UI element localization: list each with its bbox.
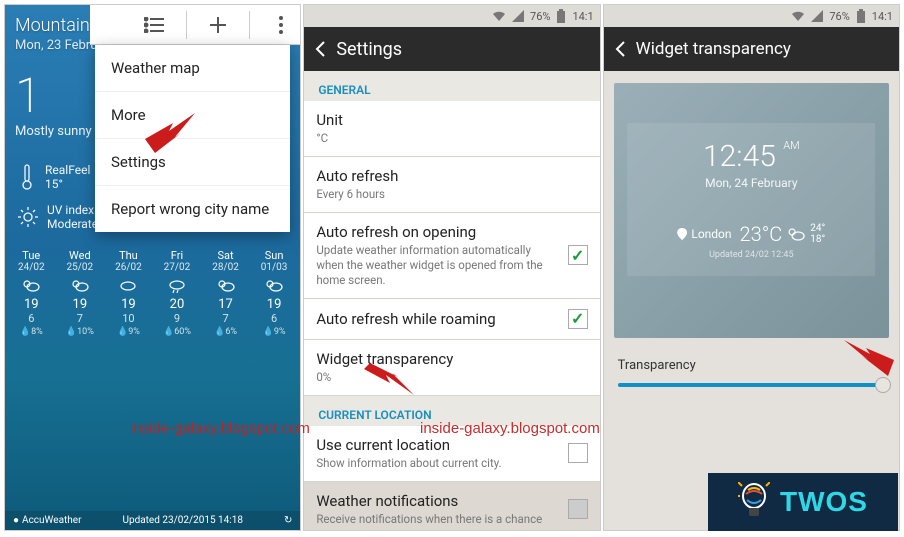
lightbulb-icon xyxy=(738,482,770,522)
refresh-icon[interactable]: ↻ xyxy=(284,515,292,526)
checkbox-icon[interactable] xyxy=(568,443,588,463)
back-icon[interactable] xyxy=(614,40,626,58)
annotation-arrow-icon xyxy=(145,113,195,153)
widget-transparency-header[interactable]: Widget transparency xyxy=(604,27,899,71)
forecast-day: Wed 25/02 19 7 💧10% xyxy=(56,249,105,337)
preview-time: 12:45 AM xyxy=(635,139,867,174)
battery-icon xyxy=(856,9,866,23)
checkbox-icon[interactable] xyxy=(568,245,588,265)
transparency-slider[interactable] xyxy=(618,383,885,387)
forecast-day: Sun 01/03 19 6 💧9% xyxy=(250,249,299,337)
weather-icon xyxy=(786,226,806,242)
settings-header[interactable]: Settings xyxy=(304,27,599,71)
setting-unit[interactable]: Unit°C xyxy=(304,101,599,157)
setting-widget-transparency[interactable]: Widget transparency0% xyxy=(304,340,599,396)
signal-icon xyxy=(811,10,823,22)
forecast-day: Sat 28/02 17 7 💧6% xyxy=(201,249,250,337)
setting-weather-notifications[interactable]: Weather notificationsReceive notificatio… xyxy=(304,482,599,531)
forecast-day: Thu 26/02 19 10 💧9% xyxy=(104,249,153,337)
weather-icon xyxy=(117,277,139,293)
weather-icon xyxy=(20,277,42,293)
setting-use-location[interactable]: Use current locationShow information abo… xyxy=(304,426,599,482)
status-bar: 76% 14:1 xyxy=(304,5,599,27)
wifi-icon xyxy=(492,10,506,22)
weather-footer: ●AccuWeather Updated 23/02/2015 14:18 ↻ xyxy=(5,511,300,530)
overflow-icon[interactable] xyxy=(268,12,294,38)
battery-icon xyxy=(556,9,566,23)
annotation-arrow-icon xyxy=(364,363,414,399)
slider-thumb[interactable] xyxy=(875,377,891,393)
page-title: Widget transparency xyxy=(636,39,791,59)
pin-icon xyxy=(677,228,687,240)
weather-icon xyxy=(166,277,188,293)
twos-label: TWOS xyxy=(780,486,868,518)
list-icon[interactable] xyxy=(142,12,168,38)
section-general: GENERAL xyxy=(304,71,599,101)
thermometer-icon xyxy=(17,163,37,191)
preview-date: Mon, 24 February xyxy=(635,176,867,190)
setting-auto-refresh-roaming[interactable]: Auto refresh while roaming xyxy=(304,299,599,340)
weather-icon xyxy=(215,277,237,293)
action-bar xyxy=(90,5,300,45)
weather-icon xyxy=(263,277,285,293)
section-current-location: CURRENT LOCATION xyxy=(304,396,599,426)
forecast-day: Fri 27/02 20 9 💧60% xyxy=(153,249,202,337)
page-title: Settings xyxy=(336,39,402,60)
status-bar: 76% 14:1 xyxy=(604,5,899,27)
twos-badge: TWOS xyxy=(708,473,898,531)
menu-report-city[interactable]: Report wrong city name xyxy=(95,186,290,232)
signal-icon xyxy=(512,10,524,22)
setting-auto-refresh[interactable]: Auto refreshEvery 6 hours xyxy=(304,157,599,213)
annotation-arrow-icon xyxy=(844,340,894,376)
forecast-day: Tue 24/02 19 6 💧8% xyxy=(7,249,56,337)
wifi-icon xyxy=(791,10,805,22)
weather-icon xyxy=(69,277,91,293)
back-icon[interactable] xyxy=(314,40,326,58)
menu-weather-map[interactable]: Weather map xyxy=(95,45,290,92)
preview-location: London 23°C 24°18° xyxy=(635,222,867,246)
setting-auto-refresh-opening[interactable]: Auto refresh on openingUpdate weather in… xyxy=(304,213,599,299)
widget-preview: 12:45 AM Mon, 24 February London 23°C 24… xyxy=(614,83,889,338)
preview-updated: Updated 24/02 12:45 xyxy=(635,250,867,260)
checkbox-icon[interactable] xyxy=(568,309,588,329)
forecast-row: Tue 24/02 19 6 💧8% Wed 25/02 19 7 💧10% T… xyxy=(5,241,300,337)
sun-icon xyxy=(17,206,39,228)
plus-icon[interactable] xyxy=(205,12,231,38)
checkbox-icon xyxy=(568,499,588,519)
